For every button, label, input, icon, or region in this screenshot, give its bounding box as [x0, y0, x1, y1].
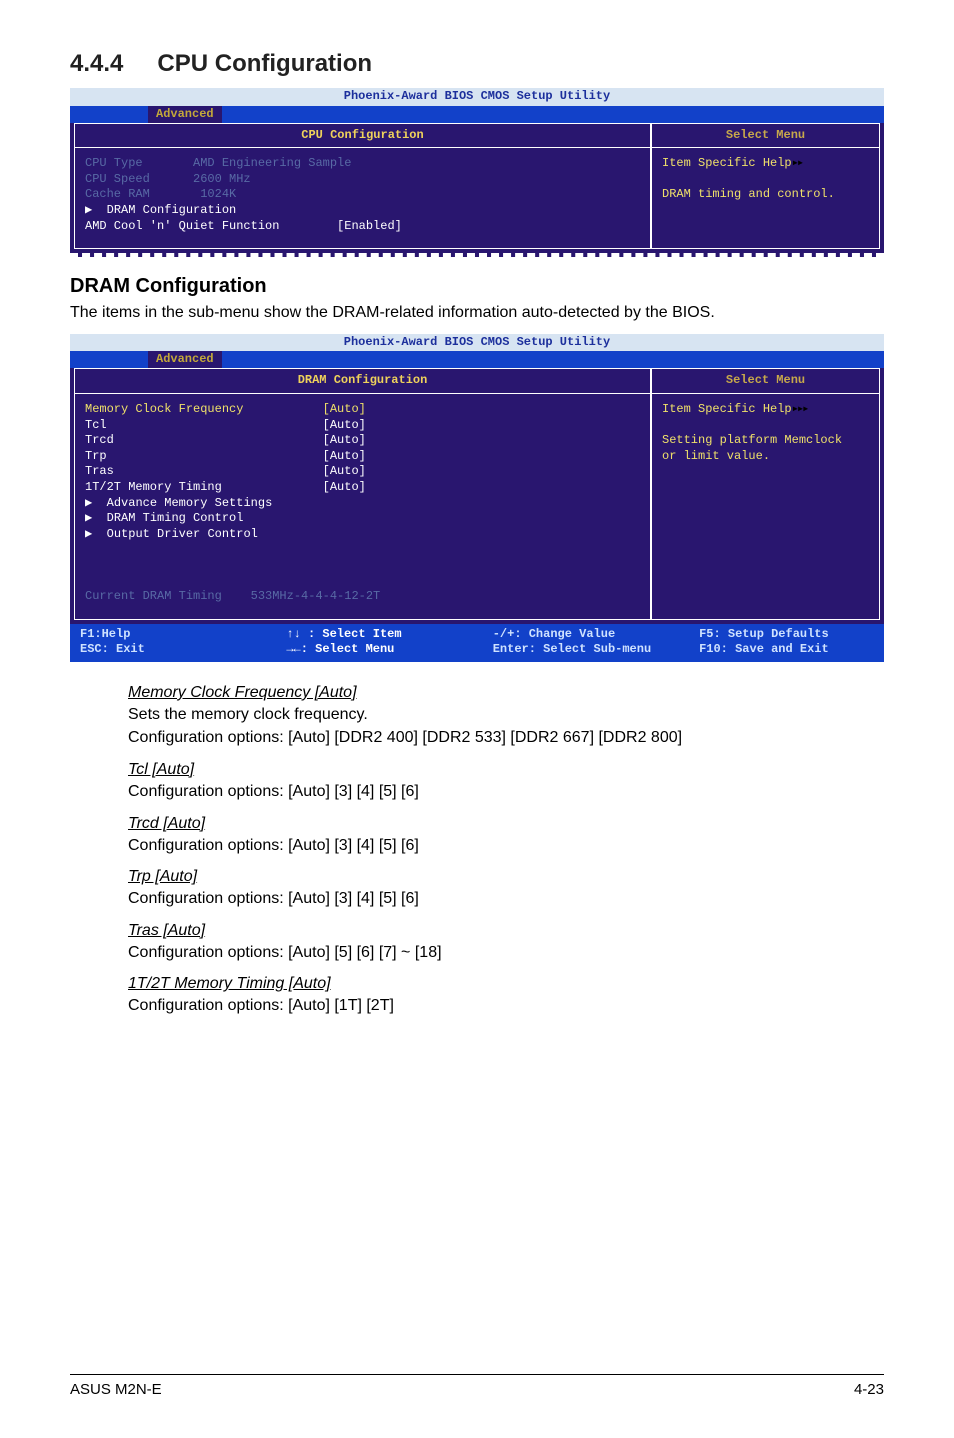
legend-change: -/+: Change Value — [493, 627, 615, 641]
bios-left-title: CPU Configuration — [75, 124, 650, 149]
help2-header: Item Specific Help — [662, 402, 792, 416]
bios-help-content: Item Specific Help▸▸ DRAM timing and con… — [652, 148, 879, 217]
legend-col1: F1:Help ESC: Exit — [80, 627, 274, 658]
subsection-desc: The items in the sub-menu show the DRAM-… — [70, 302, 884, 324]
bios2-util-title: Phoenix-Award BIOS CMOS Setup Utility — [70, 334, 884, 352]
bios2-tab-advanced: Advanced — [148, 351, 222, 368]
row-output-driver-label: Output Driver Control — [92, 527, 258, 541]
bios2-right-title: Select Menu — [652, 369, 879, 394]
row-trp: Trp [Auto] — [85, 449, 640, 465]
param-1t2t-opts: Configuration options: [Auto] [1T] [2T] — [128, 995, 884, 1017]
legend-f1: F1:Help — [80, 627, 130, 641]
row-adv-mem: ▶ Advance Memory Settings — [85, 496, 640, 512]
row-dram-conf-label: DRAM Configuration — [92, 203, 236, 217]
row-dram-timing: ▶ DRAM Timing Control — [85, 511, 640, 527]
param-trcd-opts: Configuration options: [Auto] [3] [4] [5… — [128, 835, 884, 857]
param-trp-opts: Configuration options: [Auto] [3] [4] [5… — [128, 888, 884, 910]
bios-tab-advanced: Advanced — [148, 106, 222, 123]
section-title: CPU Configuration — [157, 50, 372, 77]
help2-body1: Setting platform Memclock — [662, 433, 869, 449]
bios-legend-bar: F1:Help ESC: Exit ↑↓ : Select Item →←: S… — [70, 624, 884, 662]
help-arrows-icon: ▸▸▸ — [792, 402, 808, 416]
row-trcd: Trcd [Auto] — [85, 433, 640, 449]
subsection-heading: DRAM Configuration — [70, 275, 884, 298]
param-tras-title: Tras [Auto] — [128, 922, 884, 940]
bios2-left-title: DRAM Configuration — [75, 369, 650, 394]
row-amd-cool: AMD Cool 'n' Quiet Function [Enabled] — [85, 219, 640, 235]
param-tras-opts: Configuration options: [Auto] [5] [6] [7… — [128, 942, 884, 964]
help-arrows-icon: ▸▸ — [792, 156, 802, 170]
row-dram-timing-label: DRAM Timing Control — [92, 511, 243, 525]
param-memclock-desc: Sets the memory clock frequency. — [128, 704, 884, 726]
param-1t2t-title: 1T/2T Memory Timing [Auto] — [128, 975, 884, 993]
bios-util-title: Phoenix-Award BIOS CMOS Setup Utility — [70, 88, 884, 106]
section-number: 4.4.4 — [70, 50, 123, 78]
row-output-driver: ▶ Output Driver Control — [85, 527, 640, 543]
footer-right: 4-23 — [854, 1381, 884, 1398]
bios2-left-content: Memory Clock Frequency [Auto] Tcl [Auto]… — [75, 394, 650, 619]
row-current-dram: Current DRAM Timing 533MHz-4-4-4-12-2T — [85, 589, 640, 605]
row-cpu-type: CPU Type AMD Engineering Sample — [85, 156, 640, 172]
help2-body2: or limit value. — [662, 449, 869, 465]
help-header: Item Specific Help — [662, 156, 792, 170]
row-cpu-speed: CPU Speed 2600 MHz — [85, 172, 640, 188]
bios2-menubar: Advanced — [70, 351, 884, 368]
legend-leftright: →←: Select Menu — [286, 642, 394, 656]
section-heading: 4.4.4 CPU Configuration — [70, 50, 884, 78]
bios-right-title: Select Menu — [652, 124, 879, 149]
bios2-left-panel: DRAM Configuration Memory Clock Frequenc… — [74, 368, 652, 619]
legend-col4: F5: Setup Defaults F10: Save and Exit — [699, 627, 874, 658]
param-memclock-opts: Configuration options: [Auto] [DDR2 400]… — [128, 727, 884, 749]
legend-f5: F5: Setup Defaults — [699, 627, 829, 641]
bios2-right-panel: Select Menu Item Specific Help▸▸▸ Settin… — [652, 368, 880, 619]
param-trcd-title: Trcd [Auto] — [128, 815, 884, 833]
bios-right-panel: Select Menu Item Specific Help▸▸ DRAM ti… — [652, 123, 880, 250]
bios-left-panel: CPU Configuration CPU Type AMD Engineeri… — [74, 123, 652, 250]
bios-menubar: Advanced — [70, 106, 884, 123]
param-tcl-opts: Configuration options: [Auto] [3] [4] [5… — [128, 781, 884, 803]
footer-left: ASUS M2N-E — [70, 1381, 162, 1398]
bios-cpu-config: Phoenix-Award BIOS CMOS Setup Utility Ad… — [70, 88, 884, 257]
bios-dram-config: Phoenix-Award BIOS CMOS Setup Utility Ad… — [70, 334, 884, 662]
legend-updown: ↑↓ : Select Item — [286, 627, 401, 641]
legend-col3: -/+: Change Value Enter: Select Sub-menu — [493, 627, 687, 658]
page-footer: ASUS M2N-E 4-23 — [70, 1374, 884, 1398]
row-dram-conf: ▶ DRAM Configuration — [85, 203, 640, 219]
legend-f10: F10: Save and Exit — [699, 642, 829, 656]
row-cache-ram: Cache RAM 1024K — [85, 187, 640, 203]
legend-col2: ↑↓ : Select Item →←: Select Menu — [286, 627, 480, 658]
row-tras: Tras [Auto] — [85, 464, 640, 480]
row-tcl: Tcl [Auto] — [85, 418, 640, 434]
legend-enter: Enter: Select Sub-menu — [493, 642, 651, 656]
param-trp-title: Trp [Auto] — [128, 868, 884, 886]
row-1t2t: 1T/2T Memory Timing [Auto] — [85, 480, 640, 496]
param-block: Memory Clock Frequency [Auto] Sets the m… — [128, 684, 884, 1017]
param-memclock-title: Memory Clock Frequency [Auto] — [128, 684, 884, 702]
param-tcl-title: Tcl [Auto] — [128, 761, 884, 779]
row-mem-clock: Memory Clock Frequency [Auto] — [85, 402, 640, 418]
row-adv-mem-label: Advance Memory Settings — [92, 496, 272, 510]
legend-esc: ESC: Exit — [80, 642, 145, 656]
help-body: DRAM timing and control. — [662, 187, 869, 203]
bios2-help-content: Item Specific Help▸▸▸ Setting platform M… — [652, 394, 879, 478]
bios-left-content: CPU Type AMD Engineering Sample CPU Spee… — [75, 148, 650, 248]
